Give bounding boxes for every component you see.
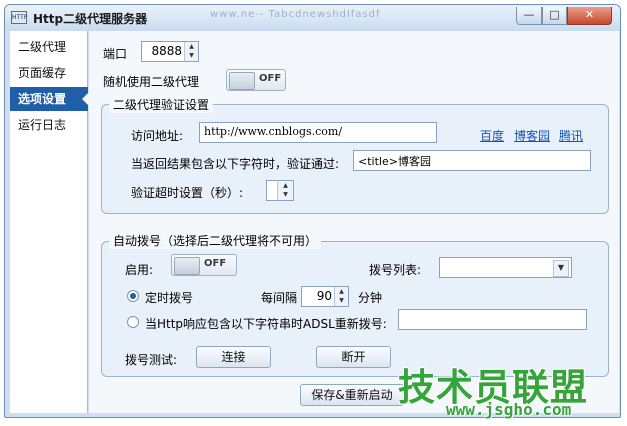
- interval-stepper[interactable]: 90 ▲ ▼: [301, 286, 349, 307]
- dial-list-select[interactable]: ▼: [439, 257, 572, 278]
- link-tencent[interactable]: 腾讯: [559, 127, 583, 144]
- interval-unit: 分钟: [358, 291, 383, 305]
- close-button[interactable]: ✕: [567, 7, 612, 25]
- timeout-stepper-arrows[interactable]: ▲ ▼: [277, 180, 294, 201]
- app-icon: HTTP: [11, 11, 27, 24]
- sidebar-item-run-log[interactable]: 运行日志: [10, 113, 88, 137]
- interval-value: 90: [316, 289, 332, 303]
- title-bar[interactable]: HTTP Http二级代理服务器 www.ne-- Tabcdnewshdlfa…: [5, 5, 620, 31]
- url-input[interactable]: http://www.cnblogs.com/: [199, 122, 437, 143]
- random-proxy-toggle[interactable]: OFF: [226, 69, 286, 91]
- disconnect-button[interactable]: 断开: [316, 346, 391, 368]
- http-redial-label: 当Http响应包含以下字符串时ADSL重新拨号:: [145, 317, 387, 331]
- toggle-knob-icon: [174, 257, 200, 275]
- random-proxy-toggle-state: OFF: [259, 73, 282, 84]
- http-redial-input[interactable]: [398, 309, 587, 330]
- dial-test-label: 拨号测试:: [125, 353, 178, 367]
- sidebar: 二级代理 页面缓存 选项设置 运行日志: [10, 31, 89, 413]
- dial-list-label: 拨号列表:: [369, 263, 422, 277]
- sidebar-item-options[interactable]: 选项设置: [10, 87, 89, 111]
- port-stepper[interactable]: 8888 ▲ ▼: [141, 41, 199, 62]
- dial-enable-label: 启用:: [125, 263, 154, 277]
- toggle-knob-icon: [229, 72, 255, 90]
- watermark-url: www.jsgho.com: [446, 400, 572, 419]
- url-label: 访问地址:: [131, 129, 184, 143]
- options-panel: 端口 8888 ▲ ▼ 随机使用二级代理 OFF 二级代理验证设置 访问地址: h…: [89, 31, 619, 413]
- dial-enable-toggle[interactable]: OFF: [171, 254, 237, 276]
- port-label: 端口: [103, 47, 128, 61]
- timeout-label: 验证超时设置（秒）:: [131, 186, 244, 200]
- sidebar-item-page-cache[interactable]: 页面缓存: [10, 61, 88, 85]
- sidebar-item-secondary-proxy[interactable]: 二级代理: [10, 35, 88, 59]
- auto-dial-title: 自动拨号（选择后二级代理将不可用）: [109, 232, 322, 249]
- chevron-down-icon[interactable]: ▼: [553, 260, 569, 277]
- timed-dial-radio[interactable]: [127, 290, 139, 302]
- http-redial-radio[interactable]: [127, 316, 139, 328]
- timed-dial-label: 定时拨号: [145, 291, 194, 305]
- random-proxy-label: 随机使用二级代理: [103, 75, 200, 89]
- interval-label: 每间隔: [261, 291, 298, 305]
- dial-enable-toggle-state: OFF: [204, 258, 227, 269]
- stepper-arrows-icon[interactable]: ▲ ▼: [184, 42, 198, 61]
- stepper-arrows-icon[interactable]: ▲ ▼: [334, 287, 348, 306]
- link-baidu[interactable]: 百度: [480, 127, 504, 144]
- maximize-button[interactable]: □: [542, 7, 567, 25]
- save-restart-button[interactable]: 保存&重新启动: [300, 384, 404, 406]
- connect-button[interactable]: 连接: [196, 346, 271, 368]
- stepper-arrows-icon[interactable]: ▲ ▼: [277, 181, 293, 200]
- window-faint-caption: www.ne-- Tabcdnewshdlfasdf: [210, 9, 381, 20]
- match-input[interactable]: <title>博客园: [353, 150, 591, 171]
- port-value: 8888: [151, 44, 182, 58]
- minimize-button[interactable]: —: [516, 7, 542, 25]
- match-label: 当返回结果包含以下字符时，验证通过:: [131, 157, 340, 171]
- link-cnblogs[interactable]: 博客园: [514, 127, 550, 144]
- verify-settings-title: 二级代理验证设置: [109, 96, 214, 113]
- app-window: HTTP Http二级代理服务器 www.ne-- Tabcdnewshdlfa…: [4, 4, 621, 418]
- window-title: Http二级代理服务器: [33, 12, 148, 26]
